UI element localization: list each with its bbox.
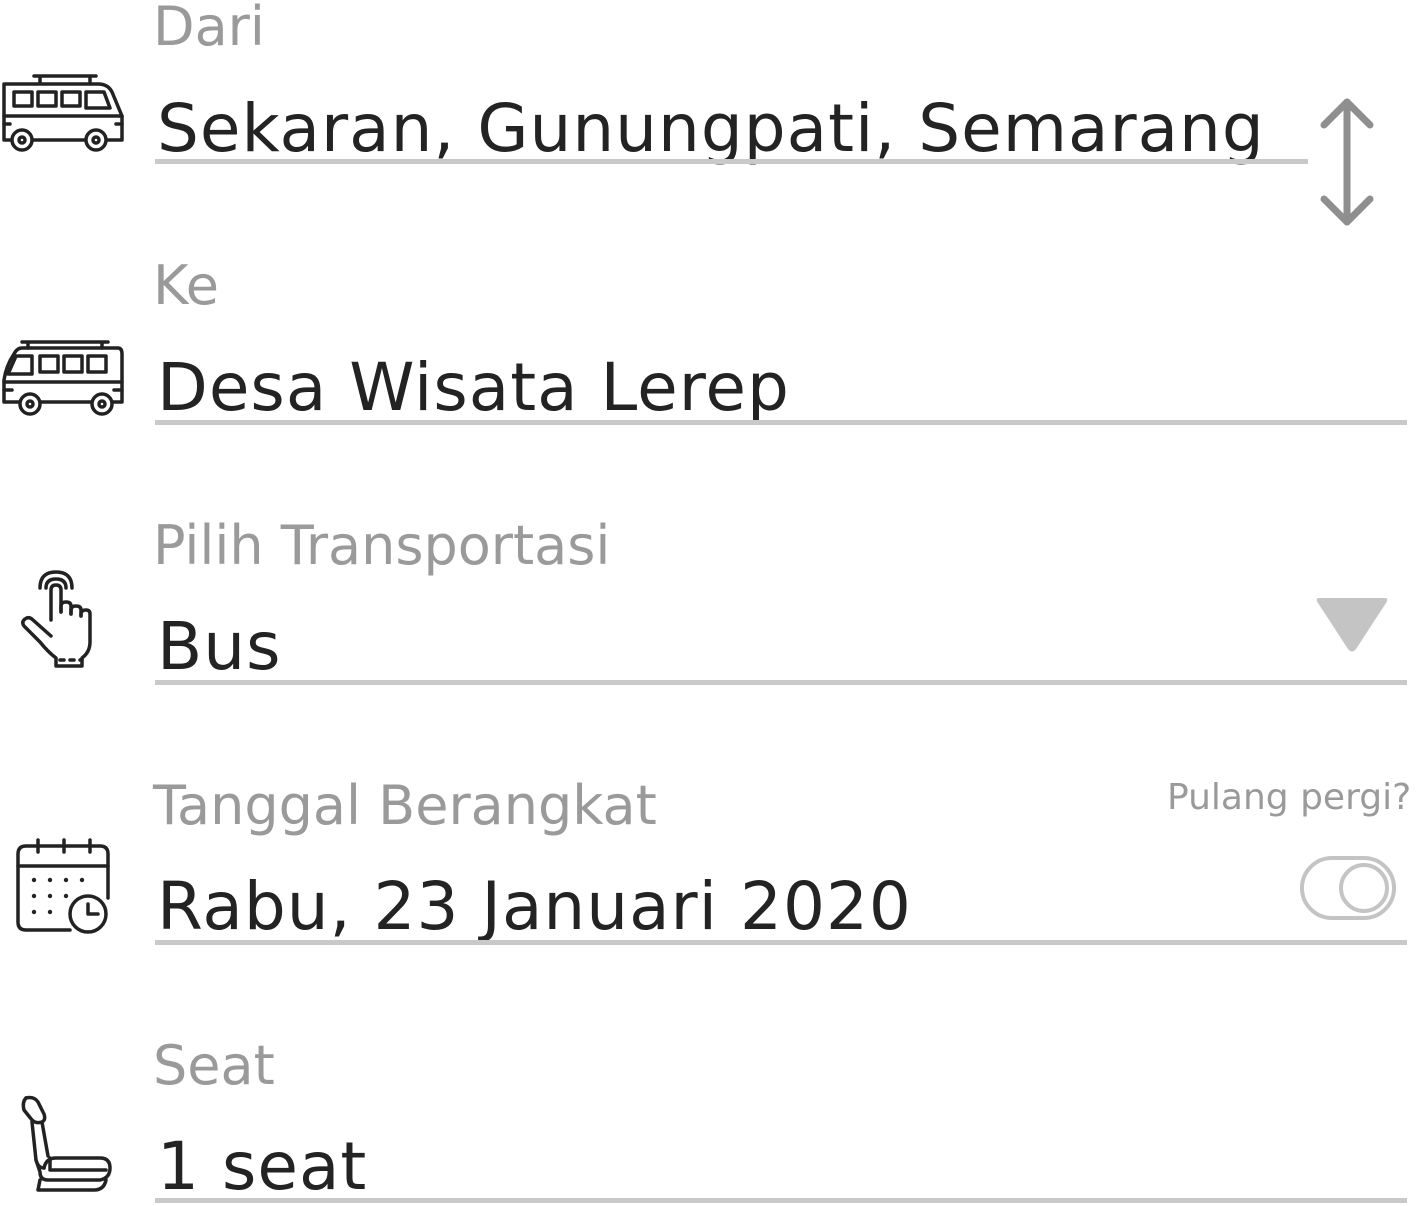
transport-underline [155,680,1407,685]
transport-field[interactable]: Pilih Transportasi Bus [0,500,1417,700]
to-value[interactable]: Desa Wisata Lerep [157,355,790,421]
toggle-knob [1339,863,1389,913]
departure-value[interactable]: Rabu, 23 Januari 2020 [157,874,912,940]
departure-underline [155,940,1407,945]
car-seat-icon [21,1095,112,1192]
seat-field[interactable]: Seat 1 seat [0,1020,1417,1206]
to-label: Ke [153,254,219,317]
from-underline [155,159,1308,164]
calendar-clock-icon [16,838,110,934]
round-trip-label: Pulang pergi? [1167,777,1412,818]
transport-label: Pilih Transportasi [153,514,611,577]
from-value[interactable]: Sekaran, Gunungpati, Semarang [157,96,1265,162]
triangle-down-icon[interactable] [1313,592,1391,654]
seat-underline [155,1198,1407,1203]
to-field[interactable]: Ke Desa Wisata Lerep [0,240,1417,440]
transport-value[interactable]: Bus [157,614,282,680]
bus-icon [2,74,124,152]
swap-vertical-icon[interactable] [1318,96,1376,228]
seat-label: Seat [153,1034,275,1097]
round-trip-toggle[interactable] [1300,856,1396,920]
departure-label: Tanggal Berangkat [153,774,657,837]
from-label: Dari [153,0,265,58]
tap-hand-icon [20,570,92,668]
bus-icon [2,340,124,416]
from-field[interactable]: Dari Sekaran, Gunungpati, Semarang [0,0,1417,240]
seat-value[interactable]: 1 seat [157,1134,367,1200]
to-underline [155,420,1407,425]
